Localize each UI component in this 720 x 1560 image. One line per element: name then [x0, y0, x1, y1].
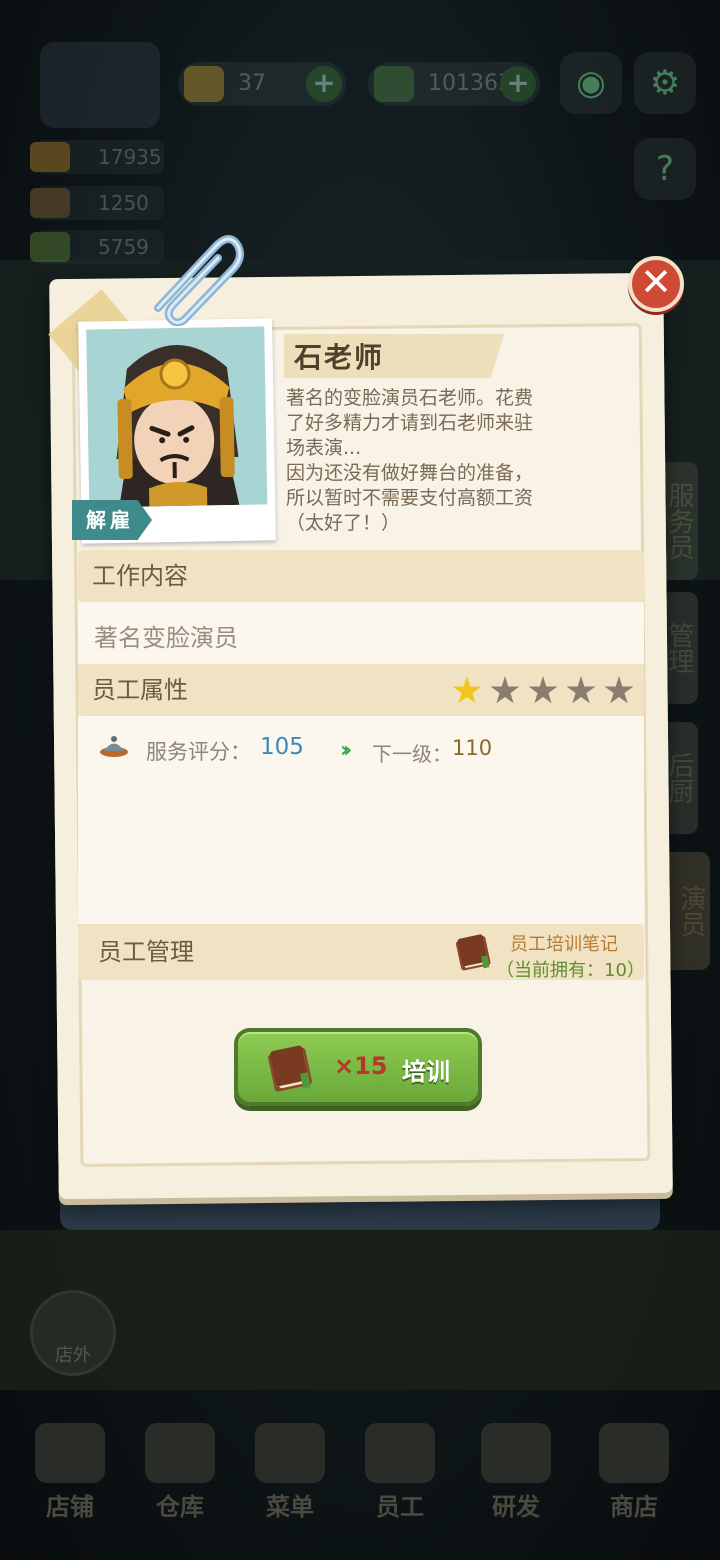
description-line: 著名的变脸演员石老师。花费: [286, 387, 534, 409]
gem-icon: [184, 66, 224, 102]
job-description: 著名变脸演员: [94, 624, 238, 652]
hat-icon: [30, 188, 70, 218]
bowl-icon: [30, 142, 70, 172]
stat-reputation: 17935: [30, 140, 164, 174]
nav-label: 店铺: [46, 1493, 94, 1521]
nav-label: 员工: [376, 1493, 424, 1521]
training-book-icon: [455, 934, 491, 971]
nav-staff[interactable]: 员工: [350, 1423, 450, 1522]
gem-counter[interactable]: 37 +: [178, 62, 346, 106]
staff-icon: [365, 1423, 435, 1483]
stat-reputation-value: 17935: [98, 145, 162, 169]
shop-icon: [599, 1423, 669, 1483]
opera-performer-avatar: [86, 326, 268, 508]
cash-counter[interactable]: 101363 +: [368, 62, 540, 106]
nav-research[interactable]: 研发: [466, 1423, 566, 1522]
manage-header-label: 员工管理: [98, 938, 194, 966]
help-button[interactable]: ?: [634, 138, 696, 200]
stat-service: 1250: [30, 186, 164, 220]
stat-service-value: 1250: [98, 191, 149, 215]
job-section-header: 工作内容: [78, 550, 644, 602]
add-cash-button[interactable]: +: [500, 66, 536, 102]
store-icon: [35, 1423, 105, 1483]
staff-name: 石老师: [294, 341, 385, 374]
pot-icon: [481, 1423, 551, 1483]
staff-portrait: [86, 326, 268, 508]
money-icon: [30, 232, 70, 262]
training-notes-title: 员工培训笔记: [510, 934, 618, 955]
training-book-icon: [268, 1045, 312, 1092]
fire-label: 解雇: [86, 508, 134, 532]
fire-button[interactable]: 解雇: [72, 500, 152, 540]
description-line: 了好多精力才请到石老师来驻: [286, 412, 534, 434]
nav-label: 仓库: [156, 1493, 204, 1521]
nav-label: 菜单: [266, 1493, 314, 1521]
service-score-value: 105: [260, 734, 304, 760]
nav-warehouse[interactable]: 仓库: [130, 1423, 230, 1522]
description-line: 因为还没有做好舞台的准备，: [286, 462, 534, 484]
nav-menu[interactable]: 菜单: [240, 1423, 340, 1522]
paperclip-icon: [154, 235, 244, 326]
settings-button[interactable]: ⚙: [634, 52, 696, 114]
top-hud: 37 + 101363 + ◉ ⚙ ? 17935 1250 5759: [0, 0, 720, 280]
nav-label: 研发: [492, 1493, 540, 1521]
training-notes-count: （当前拥有：10）: [496, 960, 645, 981]
nav-shop-front[interactable]: 店铺: [20, 1423, 120, 1522]
waiter-hat-icon: [100, 736, 128, 757]
outside-button[interactable]: 店外: [30, 1290, 116, 1376]
gem-value: 37: [238, 71, 266, 96]
attr-section-header: 员工属性: [78, 664, 644, 716]
nav-store[interactable]: 商店: [584, 1423, 684, 1522]
double-chevron-icon: ››: [340, 738, 352, 763]
camera-button[interactable]: ◉: [560, 52, 622, 114]
next-level-value: 110: [452, 736, 493, 760]
level-badge[interactable]: [40, 42, 160, 128]
train-label: 培训: [402, 1058, 450, 1086]
box-icon: [145, 1423, 215, 1483]
outside-label: 店外: [55, 1345, 91, 1366]
close-button[interactable]: ✕: [628, 256, 684, 312]
attr-header-label: 员工属性: [92, 676, 188, 704]
job-header-label: 工作内容: [92, 562, 188, 590]
bottom-nav: 店铺 仓库 菜单 员工 研发 商店: [0, 1410, 720, 1560]
description-line: 场表演...: [286, 437, 362, 459]
service-score-label: 服务评分：: [146, 740, 251, 764]
nav-label: 商店: [610, 1493, 658, 1521]
cash-icon: [374, 66, 414, 102]
train-button[interactable]: ×15 培训: [234, 1028, 482, 1106]
description-line: 所以暂时不需要支付高额工资: [286, 487, 534, 509]
staff-description: 著名的变脸演员石老师。花费 了好多精力才请到石老师来驻 场表演... 因为还没有…: [286, 386, 576, 536]
train-cost: ×15: [334, 1052, 388, 1080]
next-level-label: 下一级：: [372, 742, 452, 766]
add-gems-button[interactable]: +: [306, 66, 342, 102]
menu-icon: [255, 1423, 325, 1483]
description-line: （太好了！）: [286, 512, 401, 534]
close-icon: ✕: [640, 260, 672, 304]
